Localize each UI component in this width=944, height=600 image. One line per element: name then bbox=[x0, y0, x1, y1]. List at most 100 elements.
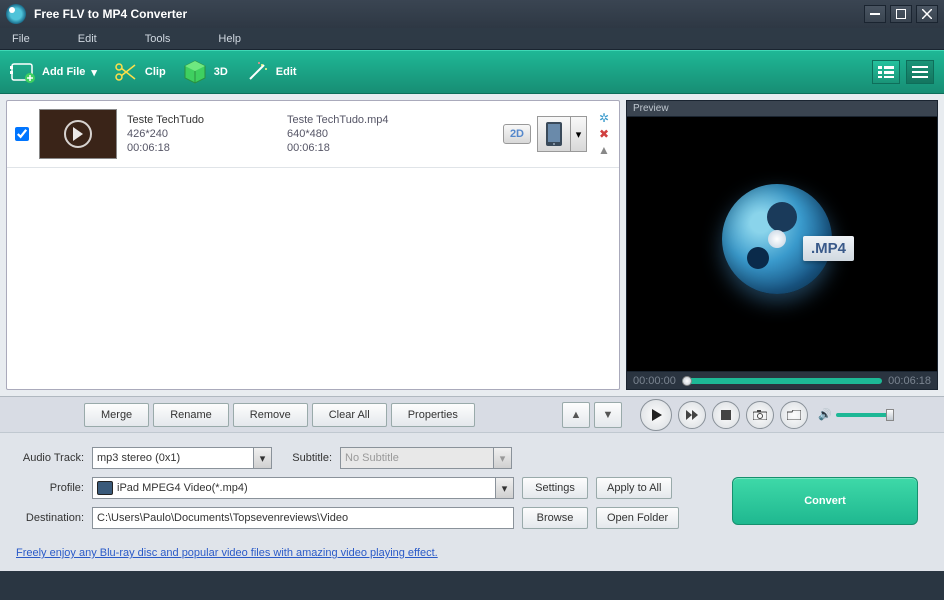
menu-edit[interactable]: Edit bbox=[78, 33, 97, 45]
close-button[interactable] bbox=[916, 5, 938, 23]
profile-value: iPad MPEG4 Video(*.mp4) bbox=[117, 482, 248, 494]
merge-button[interactable]: Merge bbox=[84, 403, 149, 427]
settings-button[interactable]: Settings bbox=[522, 477, 588, 499]
file-row[interactable]: Teste TechTudo 426*240 00:06:18 Teste Te… bbox=[7, 101, 619, 168]
profile-label: Profile: bbox=[16, 482, 84, 494]
clip-button[interactable]: Clip bbox=[113, 59, 166, 85]
main-area: Teste TechTudo 426*240 00:06:18 Teste Te… bbox=[0, 94, 944, 396]
3d-button[interactable]: 3D bbox=[182, 59, 228, 85]
add-file-icon bbox=[10, 59, 36, 85]
app-title: Free FLV to MP4 Converter bbox=[34, 7, 864, 21]
move-down-button[interactable]: ▼ bbox=[594, 402, 622, 428]
edit-label: Edit bbox=[276, 66, 297, 78]
seek-handle[interactable] bbox=[682, 376, 692, 386]
remove-button[interactable]: Remove bbox=[233, 403, 308, 427]
preview-timeline[interactable]: 00:00:00 00:06:18 bbox=[626, 372, 938, 390]
list-action-bar: Merge Rename Remove Clear All Properties… bbox=[0, 396, 632, 432]
row-settings-icon[interactable]: ✲ bbox=[597, 111, 611, 125]
output-duration: 00:06:18 bbox=[287, 141, 437, 155]
move-up-button[interactable]: ▲ bbox=[562, 402, 590, 428]
clear-all-button[interactable]: Clear All bbox=[312, 403, 387, 427]
tablet-icon bbox=[544, 121, 564, 147]
format-tag: .MP4 bbox=[803, 236, 854, 261]
file-list: Teste TechTudo 426*240 00:06:18 Teste Te… bbox=[7, 101, 619, 389]
volume-handle[interactable] bbox=[886, 409, 894, 421]
snapshot-button[interactable] bbox=[746, 401, 774, 429]
player-controls: 🔊 bbox=[632, 396, 944, 432]
output-name: Teste TechTudo.mp4 bbox=[287, 113, 437, 127]
file-duration: 00:06:18 bbox=[127, 141, 277, 155]
volume-icon[interactable]: 🔊 bbox=[818, 408, 832, 421]
device-profile-button[interactable] bbox=[537, 116, 571, 152]
scissors-icon bbox=[113, 59, 139, 85]
menu-file[interactable]: File bbox=[12, 33, 30, 45]
subtitle-value: No Subtitle bbox=[345, 452, 399, 464]
settings-form: Audio Track: mp3 stereo (0x1) ▾ Subtitle… bbox=[0, 432, 944, 571]
chevron-down-icon: ▾ bbox=[493, 448, 511, 468]
profile-select[interactable]: iPad MPEG4 Video(*.mp4) ▾ bbox=[92, 477, 514, 499]
promo-link[interactable]: Freely enjoy any Blu-ray disc and popula… bbox=[16, 547, 438, 559]
audio-track-select[interactable]: mp3 stereo (0x1) ▾ bbox=[92, 447, 272, 469]
menu-tools[interactable]: Tools bbox=[145, 33, 171, 45]
play-button[interactable] bbox=[640, 399, 672, 431]
preview-placeholder-icon: .MP4 bbox=[722, 184, 842, 304]
timeline-end: 00:06:18 bbox=[888, 375, 931, 387]
video-thumbnail[interactable] bbox=[39, 109, 117, 159]
fast-forward-button[interactable] bbox=[678, 401, 706, 429]
subtitle-select[interactable]: No Subtitle ▾ bbox=[340, 447, 512, 469]
output-resolution: 640*480 bbox=[287, 127, 437, 141]
menu-help[interactable]: Help bbox=[218, 33, 241, 45]
rename-button[interactable]: Rename bbox=[153, 403, 229, 427]
row-move-icon[interactable]: ▲ bbox=[597, 143, 611, 157]
destination-value: C:\Users\Paulo\Documents\Topsevenreviews… bbox=[97, 512, 348, 524]
open-folder-button[interactable]: Open Folder bbox=[596, 507, 679, 529]
file-resolution: 426*240 bbox=[127, 127, 277, 141]
preview-label: Preview bbox=[626, 100, 938, 116]
view-list-button[interactable] bbox=[906, 60, 934, 84]
tablet-icon bbox=[97, 481, 113, 495]
add-file-label: Add File bbox=[42, 66, 85, 78]
file-name: Teste TechTudo bbox=[127, 113, 277, 127]
file-output-info: Teste TechTudo.mp4 640*480 00:06:18 bbox=[287, 113, 437, 155]
preview-video-area[interactable]: .MP4 bbox=[626, 116, 938, 372]
minimize-button[interactable] bbox=[864, 5, 886, 23]
folder-icon bbox=[787, 410, 801, 420]
file-source-info: Teste TechTudo 426*240 00:06:18 bbox=[127, 113, 277, 155]
chevron-down-icon: ▾ bbox=[91, 66, 97, 79]
edit-button[interactable]: Edit bbox=[244, 59, 297, 85]
convert-button[interactable]: Convert bbox=[732, 477, 918, 525]
chevron-down-icon: ▾ bbox=[253, 448, 271, 468]
apply-to-all-button[interactable]: Apply to All bbox=[596, 477, 672, 499]
convert-label: Convert bbox=[804, 495, 846, 507]
audio-track-label: Audio Track: bbox=[16, 452, 84, 464]
camera-icon bbox=[753, 410, 767, 420]
file-list-panel: Teste TechTudo 426*240 00:06:18 Teste Te… bbox=[6, 100, 620, 390]
2d-3d-toggle[interactable]: 2D bbox=[503, 124, 531, 144]
3d-label: 3D bbox=[214, 66, 228, 78]
view-thumbnails-button[interactable] bbox=[872, 60, 900, 84]
chevron-down-icon: ▾ bbox=[495, 478, 513, 498]
wand-icon bbox=[244, 59, 270, 85]
properties-button[interactable]: Properties bbox=[391, 403, 475, 427]
open-file-button[interactable] bbox=[780, 401, 808, 429]
cube-3d-icon bbox=[182, 59, 208, 85]
toolbar: Add File ▾ Clip 3D Edit bbox=[0, 50, 944, 94]
device-profile-dropdown[interactable]: ▾ bbox=[571, 116, 587, 152]
actions-row: Merge Rename Remove Clear All Properties… bbox=[0, 396, 944, 432]
app-logo-icon bbox=[6, 4, 26, 24]
row-remove-icon[interactable]: ✖ bbox=[597, 127, 611, 141]
audio-track-value: mp3 stereo (0x1) bbox=[97, 452, 180, 464]
stop-button[interactable] bbox=[712, 401, 740, 429]
subtitle-label: Subtitle: bbox=[280, 452, 332, 464]
file-checkbox[interactable] bbox=[15, 127, 29, 141]
add-file-button[interactable]: Add File ▾ bbox=[10, 59, 97, 85]
clip-label: Clip bbox=[145, 66, 166, 78]
destination-label: Destination: bbox=[16, 512, 84, 524]
menu-bar: File Edit Tools Help bbox=[0, 28, 944, 50]
maximize-button[interactable] bbox=[890, 5, 912, 23]
seek-track[interactable] bbox=[682, 378, 882, 384]
browse-button[interactable]: Browse bbox=[522, 507, 588, 529]
destination-input[interactable]: C:\Users\Paulo\Documents\Topsevenreviews… bbox=[92, 507, 514, 529]
volume-slider[interactable] bbox=[836, 413, 894, 417]
timeline-start: 00:00:00 bbox=[633, 375, 676, 387]
